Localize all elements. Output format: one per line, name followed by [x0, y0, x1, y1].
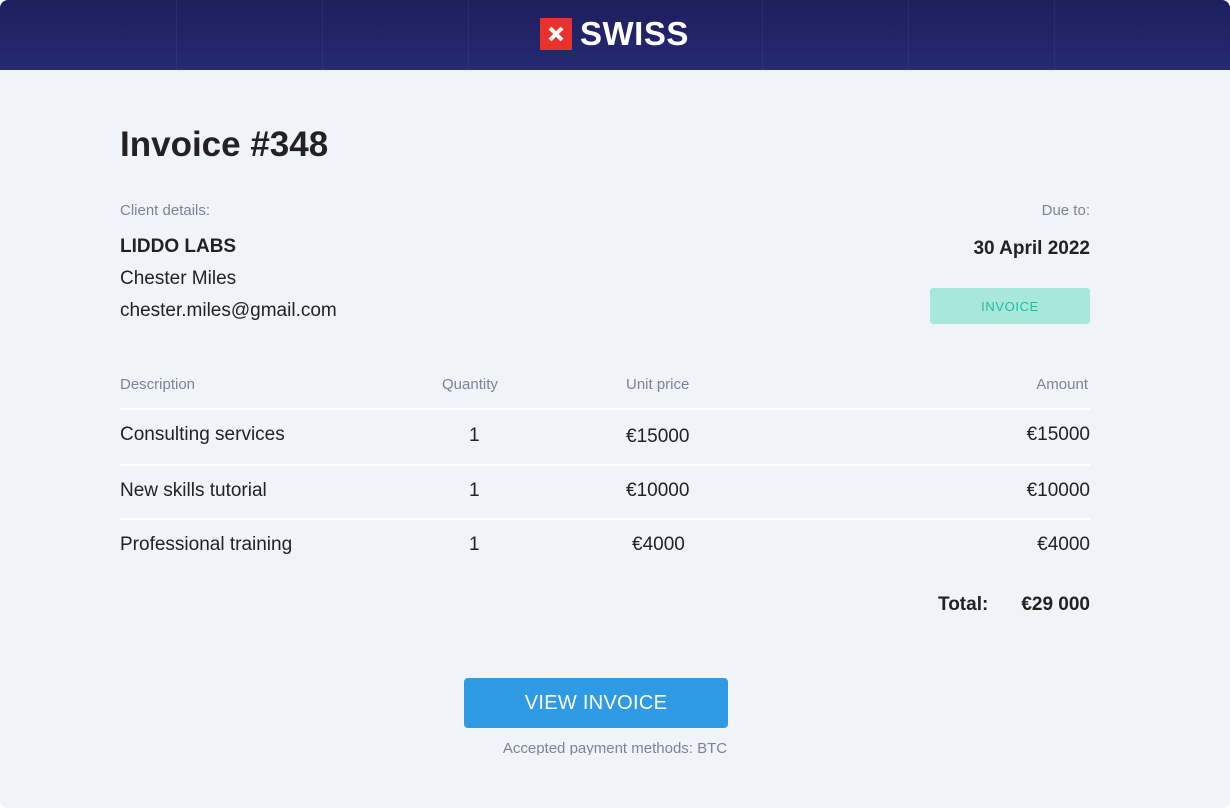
- brand-logo[interactable]: SWISS: [540, 17, 689, 51]
- row-3-description: Professional training: [120, 534, 293, 555]
- invoice-title: Invoice #348: [120, 125, 329, 164]
- brand-name: SWISS: [580, 15, 689, 52]
- total-value: €29 000: [1021, 594, 1090, 615]
- header-divider: [762, 0, 763, 70]
- row-divider: [120, 518, 1090, 520]
- header-bar: SWISS: [0, 0, 1230, 70]
- row-1-description: Consulting services: [120, 424, 285, 445]
- row-2-amount: €10000: [1026, 480, 1090, 501]
- column-header-unit-price: Unit price: [626, 376, 690, 393]
- header-divider: [468, 0, 469, 70]
- header-divider: [322, 0, 323, 70]
- due-label: Due to:: [1041, 202, 1090, 219]
- row-1-quantity: 1: [469, 425, 480, 446]
- row-1-amount: €15000: [1026, 424, 1090, 445]
- row-2-description: New skills tutorial: [120, 480, 267, 501]
- row-3-quantity: 1: [469, 534, 480, 555]
- view-invoice-button[interactable]: VIEW INVOICE: [464, 678, 728, 728]
- column-header-description: Description: [120, 376, 196, 393]
- status-badge: INVOICE: [930, 288, 1090, 324]
- row-2-unit-price: €10000: [626, 480, 690, 501]
- swiss-flag-icon: [540, 18, 572, 50]
- client-company: LIDDO LABS: [120, 236, 237, 257]
- row-2-quantity: 1: [469, 480, 480, 501]
- row-3-unit-price: €4000: [632, 534, 685, 555]
- client-details-label: Client details:: [120, 202, 211, 219]
- header-divider: [1054, 0, 1055, 70]
- column-header-quantity: Quantity: [442, 376, 498, 393]
- header-divider: [908, 0, 909, 70]
- total-label: Total:: [938, 594, 989, 615]
- row-1-unit-price: €15000: [626, 426, 690, 447]
- client-name: Chester Miles: [120, 268, 237, 289]
- row-divider: [120, 408, 1090, 410]
- row-3-amount: €4000: [1037, 534, 1090, 555]
- header-divider: [176, 0, 177, 70]
- client-email[interactable]: chester.miles@gmail.com: [120, 300, 337, 322]
- row-divider: [120, 464, 1090, 466]
- payment-methods-note: Accepted payment methods: BTC: [502, 740, 728, 755]
- due-date: 30 April 2022: [973, 238, 1090, 259]
- email-card: SWISS Invoice #348 Client details: Due t…: [0, 0, 1230, 808]
- column-header-amount: Amount: [1036, 376, 1088, 393]
